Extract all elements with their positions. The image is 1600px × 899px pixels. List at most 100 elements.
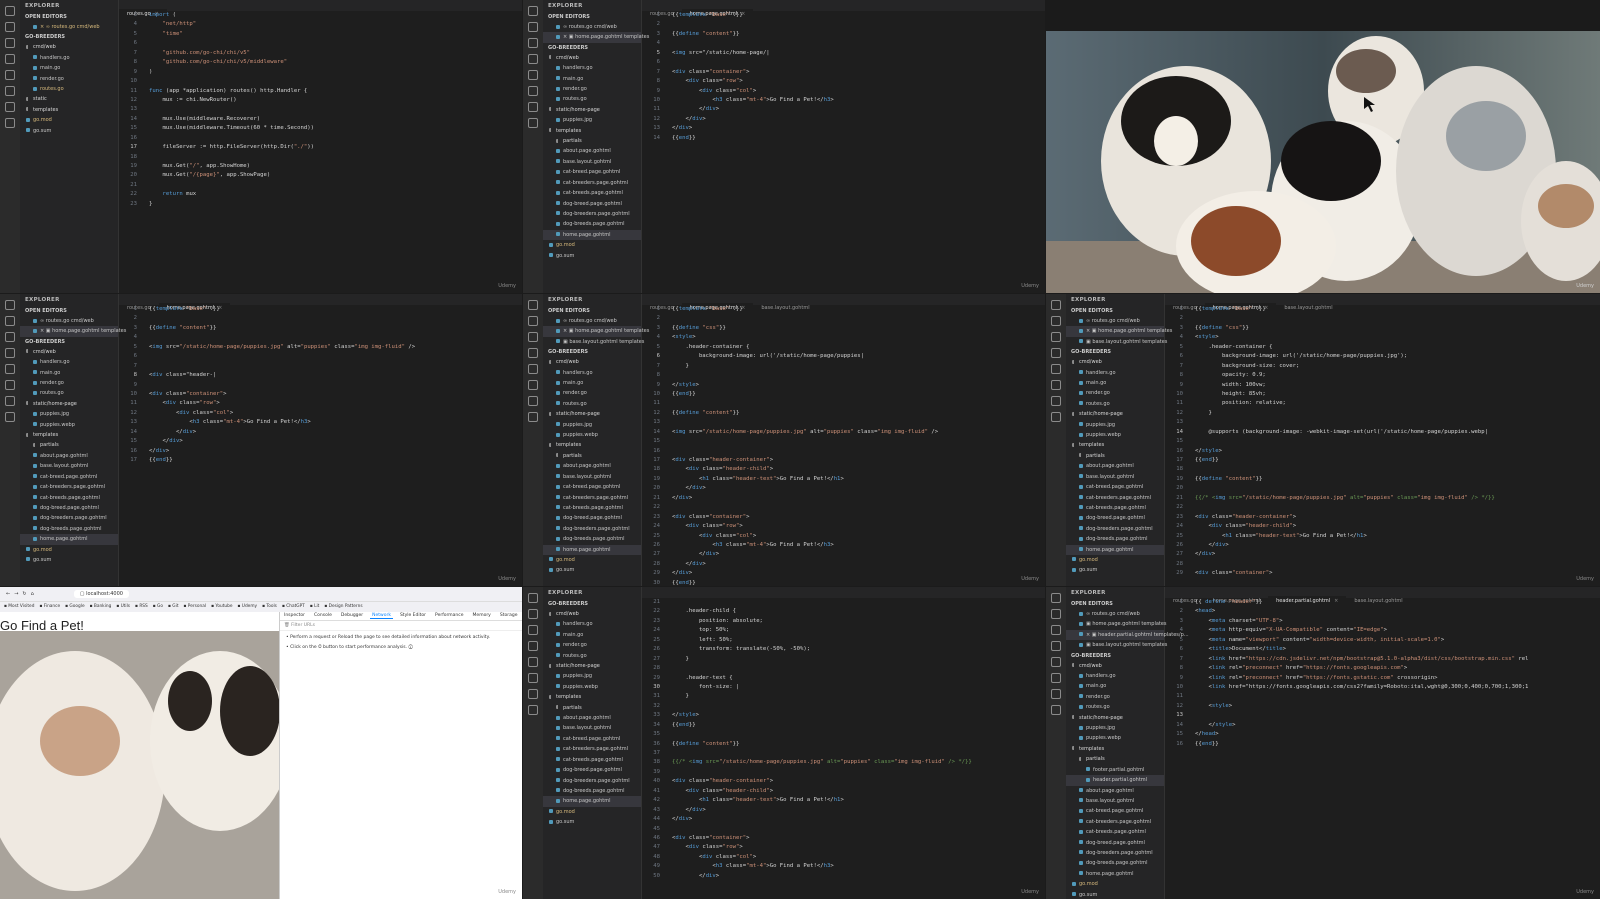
explorer-file[interactable]: go.sum xyxy=(1066,565,1164,575)
run-debug-icon[interactable] xyxy=(1051,641,1061,651)
devtools-tab[interactable]: Memory xyxy=(471,613,493,618)
explorer-file[interactable]: dog-breeds.page.gohtml xyxy=(20,524,118,534)
explorer-file[interactable]: puppies.webp xyxy=(1066,733,1164,743)
explorer-icon[interactable] xyxy=(528,300,538,310)
remote-icon[interactable] xyxy=(528,102,538,112)
explorer-file[interactable]: routes.go xyxy=(1066,702,1164,712)
explorer-section-header[interactable]: GO-BREEDERS xyxy=(543,43,641,53)
source-control-icon[interactable] xyxy=(5,38,15,48)
explorer-file[interactable]: cat-breed.page.gohtml xyxy=(543,734,641,744)
explorer-file[interactable]: cat-breeds.page.gohtml xyxy=(543,755,641,765)
search-icon[interactable] xyxy=(528,22,538,32)
devtools-tab[interactable]: Style Editor xyxy=(398,613,428,618)
explorer-file[interactable]: ∞ routes.go cmd/web xyxy=(20,316,118,326)
bookmark-item[interactable]: ▪ Go xyxy=(153,604,163,609)
explorer-file[interactable]: footer.partial.gohtml xyxy=(1066,765,1164,775)
explorer-file[interactable]: routes.go xyxy=(543,651,641,661)
bookmark-item[interactable]: ▪ Google xyxy=(65,604,84,609)
explorer-file[interactable]: base.layout.gohtml xyxy=(543,723,641,733)
explorer-file[interactable]: main.go xyxy=(20,63,118,73)
devtools-tab[interactable]: Console xyxy=(312,613,334,618)
explorer-file[interactable]: dog-breeds.page.gohtml xyxy=(543,786,641,796)
explorer-file[interactable]: about.page.gohtml xyxy=(1066,786,1164,796)
explorer-file[interactable]: home.page.gohtml xyxy=(1066,869,1164,879)
explorer-file[interactable]: cat-breeders.page.gohtml xyxy=(543,493,641,503)
devtools-tab[interactable]: Network xyxy=(370,613,393,619)
explorer-file[interactable]: × ▣ home.page.gohtml templates xyxy=(543,326,649,337)
source-control-icon[interactable] xyxy=(528,38,538,48)
run-debug-icon[interactable] xyxy=(528,641,538,651)
account-icon[interactable] xyxy=(528,412,538,422)
explorer-file[interactable]: base.layout.gohtml xyxy=(1066,472,1164,482)
explorer-file[interactable]: go.mod xyxy=(20,115,118,125)
explorer-icon[interactable] xyxy=(5,300,15,310)
code-editor[interactable]: 1 {{template "base" .}} 2 3 {{define "css"}}… xyxy=(642,305,1045,586)
explorer-file[interactable]: puppies.webp xyxy=(20,420,118,430)
explorer-section-header[interactable]: OPEN EDITORS xyxy=(543,306,641,316)
explorer-file[interactable]: home.page.gohtml xyxy=(543,229,641,241)
explorer-file[interactable]: main.go xyxy=(543,378,641,388)
explorer-file[interactable]: home.page.gohtml xyxy=(1066,544,1164,555)
explorer-file[interactable]: home.page.gohtml xyxy=(543,544,641,555)
explorer-folder[interactable]: cmd/web xyxy=(1066,357,1164,367)
bookmark-item[interactable]: ▪ Personal xyxy=(184,604,207,609)
explorer-file[interactable]: cat-breeders.page.gohtml xyxy=(543,178,641,188)
explorer-file[interactable]: cat-breeders.page.gohtml xyxy=(20,482,118,492)
search-icon[interactable] xyxy=(528,316,538,326)
explorer-file[interactable]: cat-breeders.page.gohtml xyxy=(543,744,641,754)
explorer-file[interactable]: handlers.go xyxy=(543,619,641,629)
code-editor[interactable]: 1 {{ define "header"}} 2 <head> 3 <meta char… xyxy=(1165,598,1600,899)
url-bar[interactable]: ▢ localhost:4000 xyxy=(73,590,129,598)
explorer-file[interactable]: go.mod xyxy=(20,545,118,555)
explorer-file[interactable]: base.layout.gohtml xyxy=(543,472,641,482)
explorer-folder[interactable]: static/home-page xyxy=(20,399,118,409)
bookmark-item[interactable]: ▪ Design Patterns xyxy=(324,604,362,609)
explorer-file[interactable]: go.mod xyxy=(1066,555,1164,565)
explorer-file[interactable]: go.mod xyxy=(543,240,641,250)
explorer-file[interactable]: cat-breeds.page.gohtml xyxy=(20,493,118,503)
remote-icon[interactable] xyxy=(5,396,15,406)
testing-icon[interactable] xyxy=(528,86,538,96)
source-control-icon[interactable] xyxy=(528,332,538,342)
explorer-folder[interactable]: static/home-page xyxy=(1066,409,1164,419)
explorer-folder[interactable]: cmd/web xyxy=(543,53,641,63)
explorer-file[interactable]: base.layout.gohtml xyxy=(543,157,641,167)
explorer-folder[interactable]: partials xyxy=(543,451,641,461)
explorer-file[interactable]: routes.go xyxy=(543,399,641,409)
explorer-file[interactable]: about.page.gohtml xyxy=(543,713,641,723)
extensions-icon[interactable] xyxy=(1051,657,1061,667)
explorer-file[interactable]: cat-breeds.page.gohtml xyxy=(543,503,641,513)
explorer-file[interactable]: dog-breeders.page.gohtml xyxy=(543,209,641,219)
explorer-file[interactable]: routes.go xyxy=(20,84,118,94)
explorer-file[interactable]: cat-breed.page.gohtml xyxy=(20,472,118,482)
explorer-folder[interactable]: templates xyxy=(20,430,118,440)
extensions-icon[interactable] xyxy=(528,657,538,667)
explorer-file[interactable]: dog-breeds.page.gohtml xyxy=(1066,858,1164,868)
explorer-file[interactable]: puppies.jpg xyxy=(543,115,641,125)
explorer-file[interactable]: main.go xyxy=(1066,681,1164,691)
remote-icon[interactable] xyxy=(1051,396,1061,406)
explorer-file[interactable]: cat-breeders.page.gohtml xyxy=(1066,493,1164,503)
explorer-section-header[interactable]: OPEN EDITORS xyxy=(20,306,118,316)
explorer-file[interactable]: dog-breeds.page.gohtml xyxy=(543,534,641,544)
explorer-folder[interactable]: cmd/web xyxy=(20,347,118,357)
explorer-file[interactable]: puppies.jpg xyxy=(20,409,118,419)
explorer-file[interactable]: handlers.go xyxy=(20,53,118,63)
explorer-file[interactable]: dog-breeders.page.gohtml xyxy=(1066,848,1164,858)
explorer-file[interactable]: puppies.jpg xyxy=(1066,420,1164,430)
back-icon[interactable]: ← xyxy=(6,591,10,597)
testing-icon[interactable] xyxy=(5,380,15,390)
explorer-file[interactable]: handlers.go xyxy=(1066,368,1164,378)
explorer-file[interactable]: home.page.gohtml xyxy=(20,534,118,545)
code-editor[interactable]: 1 {{template "base" .}} 2 3 {{define "conten… xyxy=(119,305,522,586)
explorer-folder[interactable]: static/home-page xyxy=(543,409,641,419)
explorer-icon[interactable] xyxy=(528,6,538,16)
explorer-file[interactable]: render.go xyxy=(543,640,641,650)
explorer-file[interactable]: render.go xyxy=(1066,692,1164,702)
extensions-icon[interactable] xyxy=(528,364,538,374)
explorer-section-header[interactable]: GO-BREEDERS xyxy=(20,337,118,347)
explorer-file[interactable]: dog-breed.page.gohtml xyxy=(1066,513,1164,523)
account-icon[interactable] xyxy=(528,705,538,715)
devtools-tab[interactable]: Performance xyxy=(433,613,466,618)
explorer-folder[interactable]: partials xyxy=(543,136,641,146)
